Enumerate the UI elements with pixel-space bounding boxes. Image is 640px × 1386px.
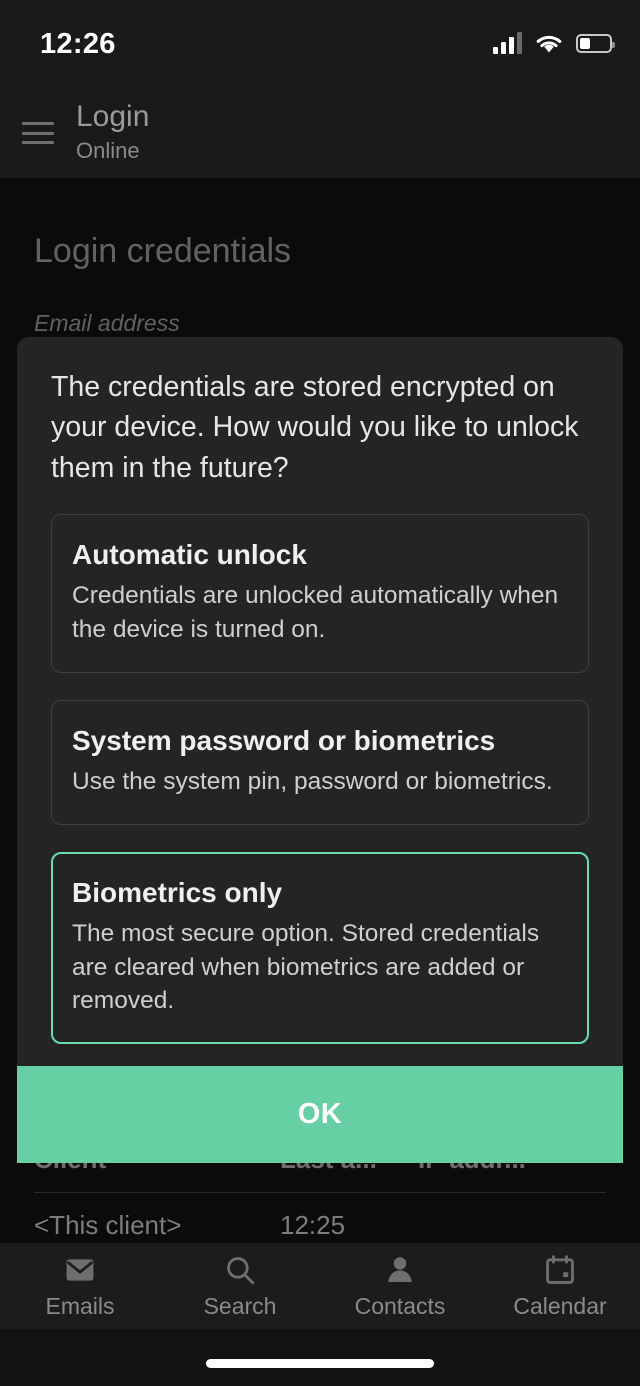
home-indicator-area [0, 1329, 640, 1386]
option-system-password-or-biometrics[interactable]: System password or biometrics Use the sy… [51, 700, 589, 826]
status-bar-time: 12:26 [40, 28, 116, 60]
unlock-method-dialog: The credentials are stored encrypted on … [17, 337, 623, 1164]
nav-item-calendar[interactable]: Calendar [480, 1243, 640, 1329]
connection-status: Online [76, 138, 140, 163]
home-indicator[interactable] [206, 1359, 434, 1368]
nav-item-search[interactable]: Search [160, 1243, 320, 1329]
option-description: Use the system pin, password or biometri… [72, 768, 553, 796]
hamburger-menu-icon[interactable] [22, 122, 54, 144]
option-description: The most secure option. Stored credentia… [72, 920, 540, 1014]
wifi-icon [536, 35, 562, 52]
dialog-body: The credentials are stored encrypted on … [17, 337, 623, 1066]
phone-screen: 12:26 Login Online Login credentials Ema… [0, 0, 640, 1386]
bottom-navigation-bar: Emails Search Contacts Calendar [0, 1243, 640, 1329]
status-bar: 12:26 [0, 0, 640, 88]
nav-item-label: Calendar [513, 1292, 607, 1319]
search-icon [227, 1256, 255, 1284]
option-description: Credentials are unlocked automatically w… [72, 582, 559, 643]
status-bar-icons [493, 32, 615, 54]
nav-item-label: Contacts [354, 1292, 446, 1319]
option-title: Biometrics only [72, 877, 283, 909]
option-automatic-unlock[interactable]: Automatic unlock Credentials are unlocke… [51, 514, 589, 674]
option-title: Automatic unlock [72, 539, 307, 571]
unlock-option-list: Automatic unlock Credentials are unlocke… [51, 514, 589, 1045]
option-title: System password or biometrics [72, 725, 496, 757]
cellular-signal-icon [493, 32, 522, 54]
app-bar: Login Online [0, 88, 640, 178]
person-icon [388, 1256, 412, 1282]
nav-item-label: Emails [45, 1292, 115, 1319]
option-biometrics-only[interactable]: Biometrics only The most secure option. … [51, 852, 589, 1045]
calendar-icon [546, 1254, 574, 1284]
nav-item-emails[interactable]: Emails [0, 1243, 160, 1329]
page-title: Login [76, 100, 150, 133]
envelope-icon [66, 1258, 94, 1281]
ok-button[interactable]: OK [17, 1066, 623, 1164]
battery-icon [576, 33, 615, 53]
nav-item-label: Search [203, 1292, 277, 1319]
nav-item-contacts[interactable]: Contacts [320, 1243, 480, 1329]
dialog-message: The credentials are stored encrypted on … [51, 371, 579, 484]
